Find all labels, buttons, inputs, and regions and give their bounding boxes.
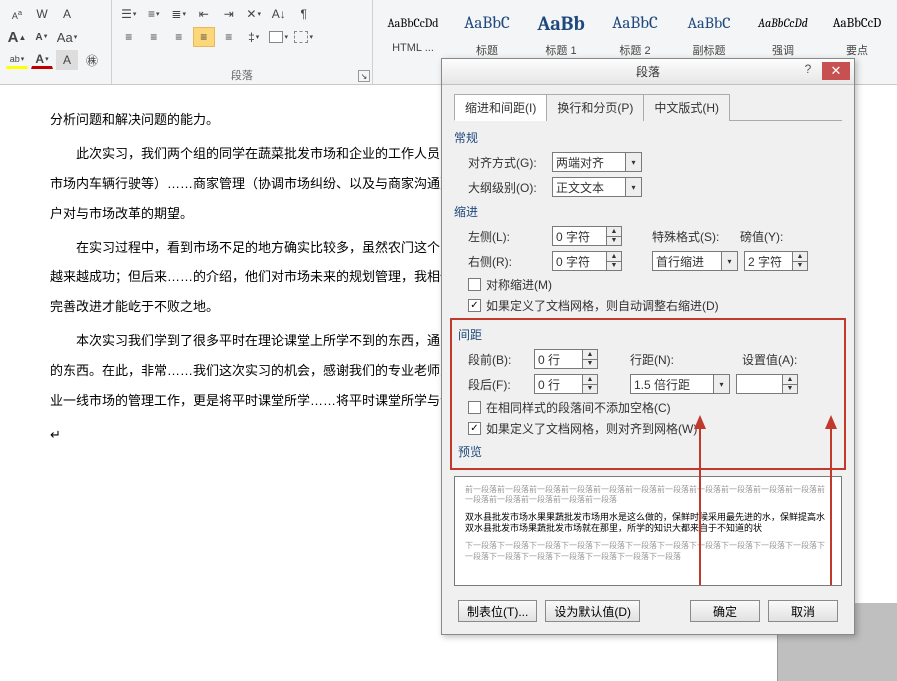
indent-right-label: 右侧(R): — [468, 253, 546, 270]
numbering-btn[interactable]: ≡▾ — [143, 4, 165, 24]
help-btn[interactable]: ? — [796, 62, 820, 80]
nosame-label: 在相同样式的段落间不添加空格(C) — [486, 399, 671, 416]
distribute-btn[interactable]: ≡ — [218, 27, 240, 47]
style-emphasis[interactable]: AaBbCcDd 强调 — [747, 3, 819, 61]
clear-format-btn[interactable]: Aa▾ — [56, 27, 78, 47]
align-right-btn[interactable]: ≡ — [168, 27, 190, 47]
paragraph-group-label: 段落 — [112, 67, 372, 83]
align-center-btn[interactable]: ≡ — [143, 27, 165, 47]
dialog-title: 段落 — [636, 63, 660, 80]
special-label: 特殊格式(S): — [652, 228, 734, 245]
cancel-button[interactable]: 取消 — [768, 600, 838, 622]
outline-combo[interactable]: 正文文本▾ — [552, 177, 642, 197]
indent-left-label: 左侧(L): — [468, 228, 546, 245]
asian-layout-btn[interactable]: ✕▾ — [243, 4, 265, 24]
justify-btn[interactable]: ≡ — [193, 27, 215, 47]
style-point[interactable]: AaBbCcD 要点 — [821, 3, 893, 61]
default-button[interactable]: 设为默认值(D) — [545, 600, 640, 622]
bullets-btn[interactable]: ☰▾ — [118, 4, 140, 24]
before-spin[interactable]: 0 行▲▼ — [534, 349, 598, 369]
snapgrid-check[interactable]: ✓ — [468, 422, 481, 435]
char-shading-btn[interactable]: A — [56, 50, 78, 70]
style-subtitle[interactable]: AaBbC 副标题 — [673, 3, 745, 61]
at-spin[interactable]: ▲▼ — [736, 374, 798, 394]
dialog-buttons: 制表位(T)... 设为默认值(D) 确定 取消 — [454, 594, 842, 624]
char-border-btn[interactable]: A — [56, 4, 78, 24]
dialog-tabs: 缩进和间距(I) 换行和分页(P) 中文版式(H) — [454, 93, 842, 121]
mirror-check[interactable] — [468, 278, 481, 291]
section-spacing: 间距 — [458, 326, 838, 343]
snapgrid-label: 如果定义了文档网格，则对齐到网格(W) — [486, 420, 697, 437]
borders-btn[interactable]: ▾ — [293, 27, 315, 47]
indent-right-spin[interactable]: 0 字符▲▼ — [552, 251, 622, 271]
line-label: 行距(N): — [630, 351, 688, 368]
before-label: 段前(B): — [468, 351, 528, 368]
align-combo[interactable]: 两端对齐▾ — [552, 152, 642, 172]
section-general: 常规 — [454, 129, 842, 146]
align-label: 对齐方式(G): — [468, 154, 546, 171]
ok-button[interactable]: 确定 — [690, 600, 760, 622]
outline-label: 大纲级别(O): — [468, 179, 546, 196]
paragraph-group: ☰▾ ≡▾ ≣▾ ⇤ ⇥ ✕▾ A↓ ¶ ≡ ≡ ≡ ≡ ≡ ‡▾ ▾ ▾ 段落… — [112, 0, 373, 84]
style-title[interactable]: AaBbC 标题 — [451, 3, 523, 61]
dialog-titlebar[interactable]: 段落 ? ✕ — [442, 59, 854, 85]
line-combo[interactable]: 1.5 倍行距▾ — [630, 374, 730, 394]
section-preview: 预览 — [458, 443, 838, 460]
enclose-btn[interactable]: W — [31, 4, 53, 24]
sort-btn[interactable]: A↓ — [268, 4, 290, 24]
style-heading1[interactable]: AaBb 标题 1 — [525, 3, 597, 61]
line-spacing-btn[interactable]: ‡▾ — [243, 27, 265, 47]
paragraph-dialog-launcher[interactable]: ↘ — [358, 70, 370, 82]
decrease-indent-btn[interactable]: ⇤ — [193, 4, 215, 24]
special-combo[interactable]: 首行缩进▾ — [652, 251, 738, 271]
multilevel-btn[interactable]: ≣▾ — [168, 4, 190, 24]
style-html[interactable]: AaBbCcDd HTML ... — [377, 3, 449, 61]
enclosed-char-btn[interactable]: ㊑ — [81, 50, 103, 70]
show-marks-btn[interactable]: ¶ — [293, 4, 315, 24]
by-spin[interactable]: 2 字符▲▼ — [744, 251, 808, 271]
ruby-btn[interactable]: Aa — [6, 4, 28, 24]
by-label: 磅值(Y): — [740, 228, 796, 245]
nosame-check[interactable] — [468, 401, 481, 414]
close-btn[interactable]: ✕ — [822, 62, 850, 80]
tab-indent-spacing[interactable]: 缩进和间距(I) — [454, 94, 547, 121]
at-label: 设置值(A): — [742, 351, 806, 368]
autogrid-check[interactable]: ✓ — [468, 299, 481, 312]
mirror-label: 对称缩进(M) — [486, 276, 552, 293]
paragraph-dialog: 段落 ? ✕ 缩进和间距(I) 换行和分页(P) 中文版式(H) 常规 对齐方式… — [441, 58, 855, 635]
grow-font-btn[interactable]: A▲ — [6, 27, 28, 47]
font-group: Aa W A A▲ A▼ Aa▾ ab▾ A▾ A ㊑ — [0, 0, 112, 84]
after-label: 段后(F): — [468, 376, 528, 393]
autogrid-label: 如果定义了文档网格，则自动调整右缩进(D) — [486, 297, 719, 314]
shrink-font-btn[interactable]: A▼ — [31, 27, 53, 47]
shading-btn[interactable]: ▾ — [268, 27, 290, 47]
section-indent: 缩进 — [454, 203, 842, 220]
font-color-btn[interactable]: A▾ — [31, 52, 53, 69]
preview-box: 前一段落前一段落前一段落前一段落前一段落前一段落前一段落前一段落前一段落前一段落… — [454, 476, 842, 586]
spacing-section-highlight: 间距 段前(B): 0 行▲▼ 行距(N): 设置值(A): 段后(F): 0 … — [450, 318, 846, 470]
tab-asian[interactable]: 中文版式(H) — [643, 94, 730, 121]
tabs-button[interactable]: 制表位(T)... — [458, 600, 537, 622]
after-spin[interactable]: 0 行▲▼ — [534, 374, 598, 394]
highlight-btn[interactable]: ab▾ — [6, 52, 28, 69]
tab-line-page[interactable]: 换行和分页(P) — [546, 94, 644, 121]
indent-left-spin[interactable]: 0 字符▲▼ — [552, 226, 622, 246]
align-left-btn[interactable]: ≡ — [118, 27, 140, 47]
style-heading2[interactable]: AaBbC 标题 2 — [599, 3, 671, 61]
increase-indent-btn[interactable]: ⇥ — [218, 4, 240, 24]
